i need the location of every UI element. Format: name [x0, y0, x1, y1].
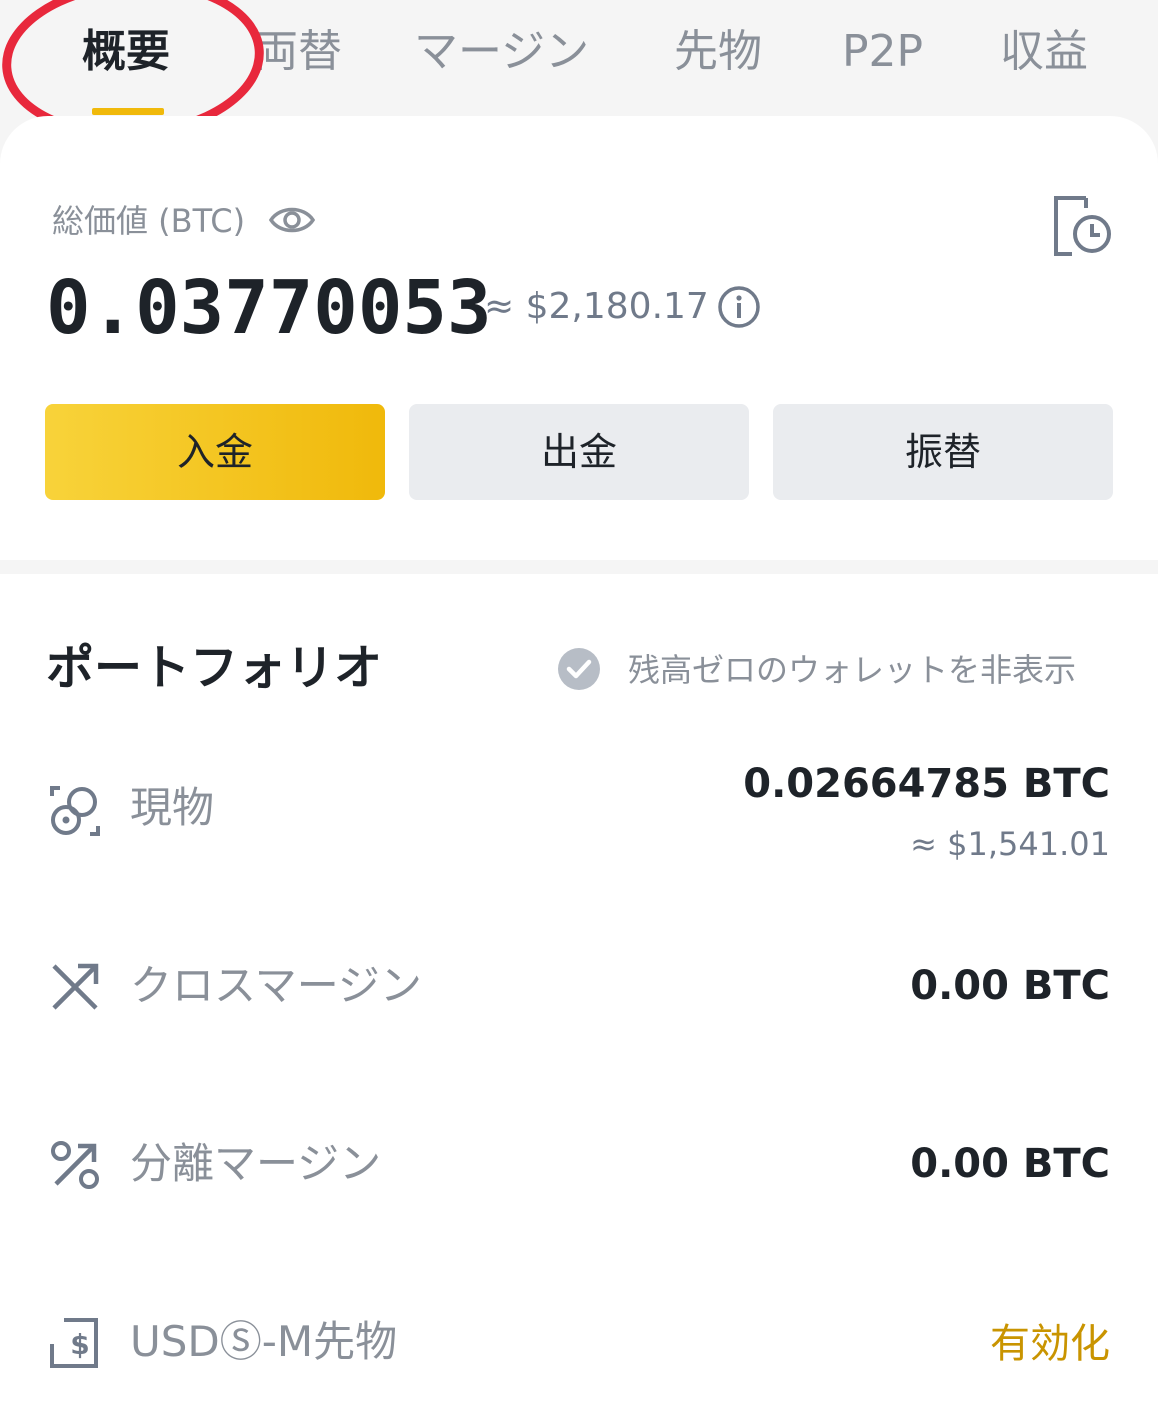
total-usd-value: ≈ $2,180.17 [484, 286, 709, 327]
usd-futures-icon: $ [50, 1318, 98, 1368]
cross-margin-account-label[interactable]: クロスマージン [130, 958, 422, 1014]
history-icon[interactable] [1050, 194, 1114, 260]
eye-icon[interactable] [268, 200, 316, 240]
withdraw-button[interactable]: 出金 [409, 404, 749, 500]
portfolio-section: ポートフォリオ 残高ゼロのウォレットを非表示 現物 0.02664785 BTC… [0, 574, 1158, 1414]
portfolio-title: ポートフォリオ [46, 640, 383, 696]
tab-p2p[interactable]: P2P [842, 22, 923, 82]
isolated-margin-account-value: 0.00 BTC [910, 1141, 1110, 1187]
wallet-overview-screen: 概要 両替 マージン 先物 P2P 収益 総価値 (BTC) 0.0377005… [0, 0, 1158, 1414]
info-icon[interactable] [716, 284, 762, 330]
usd-futures-account-label[interactable]: USDⓈ-M先物 [130, 1314, 397, 1370]
balance-card: 総価値 (BTC) 0.03770053 ≈ $2,180.17 入金 出金 振… [0, 116, 1158, 560]
transfer-button[interactable]: 振替 [773, 404, 1113, 500]
svg-text:$: $ [70, 1328, 89, 1361]
tab-exchange[interactable]: 両替 [254, 22, 342, 82]
tab-futures[interactable]: 先物 [674, 22, 762, 82]
total-value-label: 総価値 (BTC) [52, 202, 246, 240]
spot-account-value: 0.02664785 BTC [743, 761, 1110, 807]
spot-account-usd: ≈ $1,541.01 [910, 825, 1110, 863]
check-circle-icon[interactable] [556, 646, 602, 692]
deposit-button[interactable]: 入金 [45, 404, 385, 500]
isolated-margin-account-label[interactable]: 分離マージン [130, 1136, 381, 1192]
enable-futures-link[interactable]: 有効化 [990, 1316, 1110, 1372]
section-divider [0, 560, 1158, 574]
cross-margin-icon [52, 963, 99, 1010]
total-btc-value: 0.03770053 [46, 265, 492, 351]
cross-margin-account-value: 0.00 BTC [910, 963, 1110, 1009]
hide-zero-balance-toggle-label[interactable]: 残高ゼロのウォレットを非表示 [628, 648, 1076, 692]
spot-coins-icon [50, 786, 100, 836]
spot-account-label[interactable]: 現物 [130, 780, 214, 836]
tab-margin[interactable]: マージン [414, 22, 589, 82]
tab-earn[interactable]: 収益 [1000, 22, 1088, 82]
isolated-margin-icon [51, 1141, 99, 1189]
